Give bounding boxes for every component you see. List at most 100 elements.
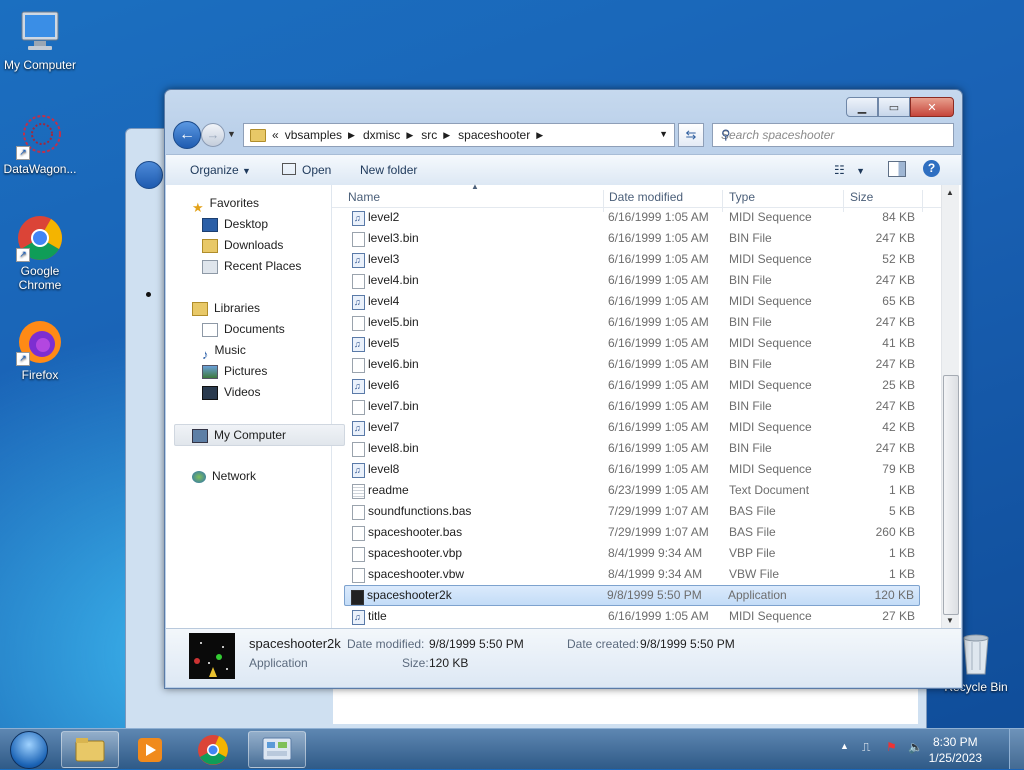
table-row[interactable]: level4.bin 6/16/1999 1:05 AM BIN File 247 K…	[346, 270, 920, 291]
table-row[interactable]: level6.bin 6/16/1999 1:05 AM BIN File 247 K…	[346, 354, 920, 375]
table-row[interactable]: level3.bin 6/16/1999 1:05 AM BIN File 247 K…	[346, 228, 920, 249]
forward-button[interactable]: →	[201, 123, 225, 147]
table-row[interactable]: spaceshooter.vbp 8/4/1999 9:34 AM VBP File…	[346, 543, 920, 564]
file-date: 6/16/1999 1:05 AM	[608, 294, 709, 308]
file-name: spaceshooter.bas	[368, 525, 463, 539]
chevron-right-icon[interactable]: ▶	[348, 130, 355, 141]
nav-desktop[interactable]: Desktop	[202, 214, 268, 234]
nav-videos[interactable]: Videos	[202, 382, 260, 402]
view-options-button[interactable]: ☷ ▼	[834, 163, 865, 177]
table-row[interactable]: title 6/16/1999 1:05 AM MIDI Sequence 27 KB	[346, 606, 920, 628]
back-button[interactable]: ←	[173, 121, 201, 149]
nav-network[interactable]: Network	[192, 466, 256, 486]
desktop-icon-datawagon[interactable]: ↗ DataWagon...	[0, 112, 80, 176]
desktop-icon-label: My Computer	[3, 58, 77, 72]
show-hidden-icons-icon[interactable]: ▲	[840, 741, 849, 751]
recent-pages-dropdown[interactable]: ▼	[227, 129, 236, 139]
table-row[interactable]: level3 6/16/1999 1:05 AM MIDI Sequence 52 K…	[346, 249, 920, 271]
table-row[interactable]: spaceshooter.bas 7/29/1999 1:07 AM BAS Fil…	[346, 522, 920, 543]
start-button[interactable]	[4, 730, 52, 769]
action-center-icon[interactable]: ⚑	[886, 740, 897, 754]
column-header-name[interactable]: Name	[348, 190, 380, 204]
table-row[interactable]: spaceshooter.vbw 8/4/1999 9:34 AM VBW File…	[346, 564, 920, 585]
chevron-right-icon[interactable]: ▶	[536, 130, 543, 141]
file-icon	[352, 505, 365, 520]
column-header-type[interactable]: Type	[729, 190, 755, 204]
new-folder-button[interactable]: New folder	[360, 163, 417, 177]
table-row[interactable]: spaceshooter2k 9/8/1999 5:50 PM Applicatio…	[344, 585, 920, 606]
window-controls: ▁ ▭ ✕	[846, 97, 954, 117]
column-header-size[interactable]: Size	[850, 190, 873, 204]
preview-pane-button[interactable]	[888, 161, 906, 177]
nav-downloads[interactable]: Downloads	[202, 235, 283, 255]
chevron-right-icon[interactable]: ▶	[406, 130, 413, 141]
organize-button[interactable]: Organize ▼	[190, 163, 251, 177]
refresh-button[interactable]: ⇆	[678, 123, 704, 147]
taskbar-media-player-button[interactable]	[121, 731, 179, 768]
breadcrumb-dxmisc[interactable]: dxmisc	[363, 128, 400, 142]
table-row[interactable]: level7.bin 6/16/1999 1:05 AM BIN File 247 K…	[346, 396, 920, 417]
midi-file-icon	[352, 334, 365, 355]
address-dropdown-icon[interactable]: ▼	[659, 129, 668, 139]
file-date: 6/16/1999 1:05 AM	[608, 231, 709, 245]
close-button[interactable]: ✕	[910, 97, 954, 117]
nav-pictures[interactable]: Pictures	[202, 361, 267, 381]
breadcrumb-spaceshooter[interactable]: spaceshooter	[458, 128, 530, 142]
column-divider[interactable]	[922, 190, 923, 212]
scroll-down-icon[interactable]: ▼	[946, 616, 954, 625]
show-desktop-button[interactable]	[1009, 729, 1024, 769]
table-row[interactable]: readme 6/23/1999 1:05 AM Text Document 1 KB	[346, 480, 920, 501]
scrollbar-thumb[interactable]	[943, 375, 959, 615]
details-size-label: Size:	[402, 656, 429, 670]
open-button[interactable]: Open	[282, 163, 331, 177]
table-row[interactable]: level8 6/16/1999 1:05 AM MIDI Sequence 79 K…	[346, 459, 920, 481]
clock[interactable]: 8:30 PM 1/25/2023	[929, 734, 982, 766]
nav-libraries[interactable]: Libraries	[192, 298, 260, 318]
table-row[interactable]: level7 6/16/1999 1:05 AM MIDI Sequence 42 K…	[346, 417, 920, 439]
details-date-created: 9/8/1999 5:50 PM	[640, 637, 735, 651]
breadcrumb-overflow[interactable]: «	[272, 128, 279, 142]
taskbar-chrome-button[interactable]	[184, 731, 242, 768]
table-row[interactable]: level6 6/16/1999 1:05 AM MIDI Sequence 25 K…	[346, 375, 920, 397]
table-row[interactable]: level5.bin 6/16/1999 1:05 AM BIN File 247 K…	[346, 312, 920, 333]
file-size: 25 KB	[882, 378, 915, 392]
clock-time: 8:30 PM	[932, 735, 978, 749]
address-bar[interactable]: « vbsamples ▶ dxmisc ▶ src ▶ spaceshoote…	[243, 123, 675, 147]
file-date: 6/16/1999 1:05 AM	[608, 462, 709, 476]
file-icon	[352, 316, 365, 331]
nav-music[interactable]: ♪ Music	[202, 340, 246, 362]
network-icon[interactable]: ⎍	[862, 740, 870, 755]
windows-logo-icon	[10, 731, 48, 769]
nav-documents[interactable]: Documents	[202, 319, 285, 339]
file-date: 8/4/1999 9:34 AM	[608, 567, 703, 581]
scroll-up-icon[interactable]: ▲	[946, 188, 954, 197]
table-row[interactable]: soundfunctions.bas 7/29/1999 1:07 AM BAS F…	[346, 501, 920, 522]
nav-favorites[interactable]: ★ Favorites	[192, 193, 259, 215]
table-row[interactable]: level5 6/16/1999 1:05 AM MIDI Sequence 41 K…	[346, 333, 920, 355]
volume-icon[interactable]: 🔈	[908, 740, 923, 754]
midi-file-icon	[352, 292, 365, 313]
taskbar-explorer-button[interactable]	[61, 731, 119, 768]
nav-my-computer[interactable]: My Computer	[174, 424, 345, 446]
breadcrumb-src[interactable]: src	[421, 128, 437, 142]
desktop-icon-firefox[interactable]: ↗ Firefox	[0, 318, 80, 382]
nav-recent-places[interactable]: Recent Places	[202, 256, 301, 276]
search-input[interactable]: Search spaceshooter ⚲	[712, 123, 954, 147]
table-row[interactable]: level2 6/16/1999 1:05 AM MIDI Sequence 84 K…	[346, 207, 920, 229]
column-header-date[interactable]: Date modified	[609, 190, 683, 204]
table-row[interactable]: level4 6/16/1999 1:05 AM MIDI Sequence 65 K…	[346, 291, 920, 313]
explorer-window[interactable]: ▁ ▭ ✕ ← → ▼ « vbsamples ▶ dxmisc ▶ src ▶…	[164, 89, 963, 689]
table-row[interactable]: level8.bin 6/16/1999 1:05 AM BIN File 247 K…	[346, 438, 920, 459]
help-icon[interactable]: ?	[923, 160, 940, 177]
breadcrumb-vbsamples[interactable]: vbsamples	[285, 128, 342, 142]
desktop-icon-chrome[interactable]: ↗ Google Chrome	[0, 214, 80, 292]
file-name: soundfunctions.bas	[368, 504, 472, 518]
vertical-scrollbar[interactable]: ▲ ▼	[941, 185, 959, 628]
desktop-icon-my-computer[interactable]: My Computer	[0, 8, 80, 72]
chevron-right-icon[interactable]: ▶	[443, 130, 450, 141]
minimize-button[interactable]: ▁	[846, 97, 878, 117]
search-icon[interactable]: ⚲	[721, 127, 948, 143]
taskbar-control-panel-button[interactable]	[248, 731, 306, 768]
chevron-down-icon: ▼	[856, 166, 866, 176]
maximize-button[interactable]: ▭	[878, 97, 910, 117]
